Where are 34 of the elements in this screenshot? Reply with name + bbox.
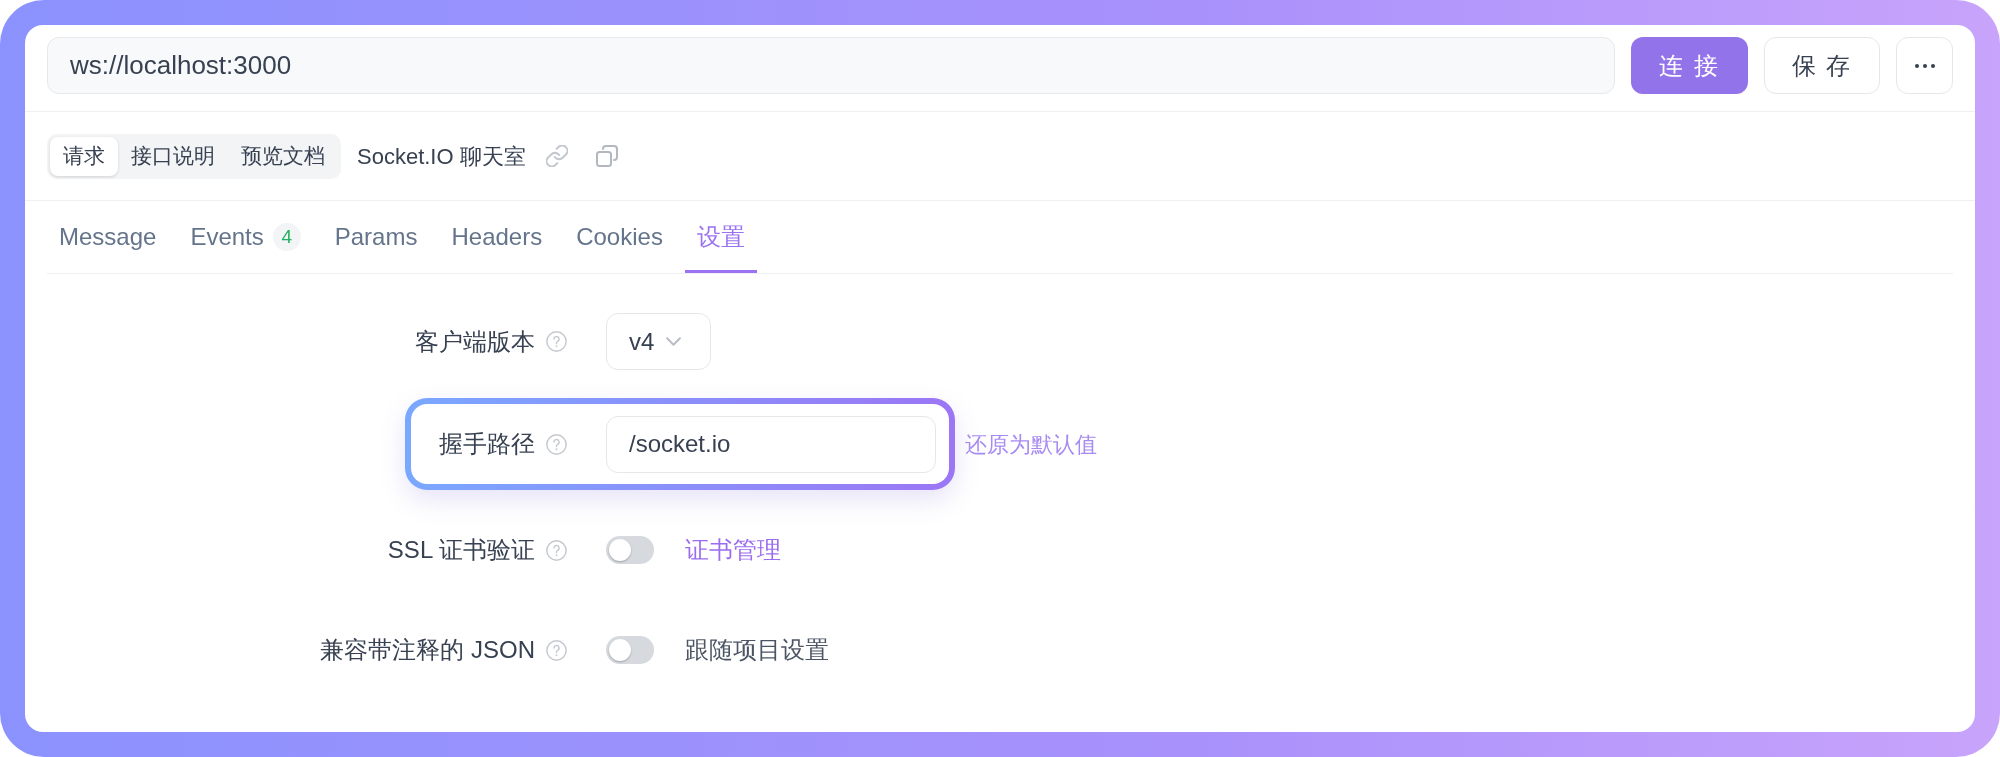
version-select[interactable]: v4 <box>606 313 711 370</box>
note-text: 跟随项目设置 <box>685 635 829 665</box>
tab[interactable]: 设置 <box>684 201 757 273</box>
segment-tab[interactable]: 请求 <box>50 136 118 176</box>
settings-link[interactable]: 证书管理 <box>685 532 781 568</box>
path-input[interactable]: /socket.io <box>606 415 936 473</box>
toggle-switch[interactable] <box>606 636 654 664</box>
copy-icon[interactable] <box>595 145 618 167</box>
help-icon[interactable] <box>546 433 567 455</box>
help-icon[interactable] <box>546 331 567 352</box>
help-icon[interactable] <box>546 539 567 561</box>
setting-label: 兼容带注释的 JSON <box>320 635 535 665</box>
help-icon[interactable] <box>546 639 567 661</box>
setting-label: 客户端版本 <box>415 326 535 357</box>
tab[interactable]: Headers <box>439 201 555 273</box>
segment-tab[interactable]: 预览文档 <box>228 136 338 176</box>
segment-tab[interactable]: 接口说明 <box>118 136 228 176</box>
link-icon[interactable] <box>545 145 568 167</box>
more-icon <box>1914 63 1935 68</box>
more-button[interactable] <box>1896 37 1953 94</box>
toggle-switch[interactable] <box>606 536 654 564</box>
setting-label: SSL 证书验证 <box>387 535 535 565</box>
connect-button[interactable]: 连 接 <box>1631 37 1748 94</box>
reset-link[interactable]: 还原为默认值 <box>965 427 1097 461</box>
tab[interactable]: Cookies <box>564 201 675 273</box>
tab[interactable]: Params <box>322 201 430 273</box>
setting-label: 握手路径 <box>439 429 535 459</box>
tab[interactable]: Events 4 <box>178 201 313 273</box>
save-button[interactable]: 保 存 <box>1764 37 1880 94</box>
url-field[interactable]: ws://localhost:3000 <box>47 37 1615 94</box>
chevron-down-icon <box>666 337 682 346</box>
tab[interactable]: Message <box>47 201 169 273</box>
page-title: Socket.IO 聊天室 <box>357 142 526 171</box>
count-badge: 4 <box>272 223 301 251</box>
